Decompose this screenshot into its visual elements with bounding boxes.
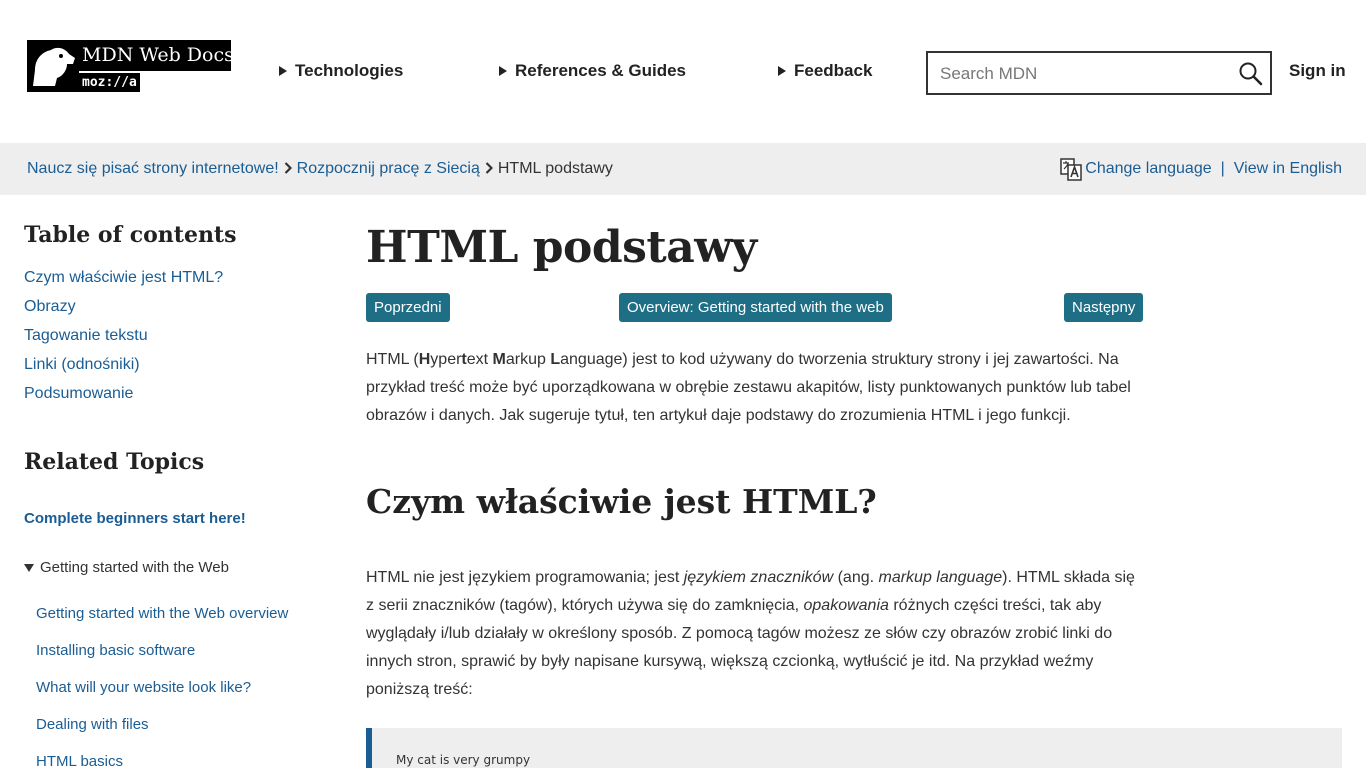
chevron-right-icon bbox=[284, 161, 292, 177]
breadcrumb-current: HTML podstawy bbox=[497, 160, 613, 177]
toc-item[interactable]: Linki (odnośniki) bbox=[24, 350, 223, 379]
previous-button[interactable]: Poprzedni bbox=[366, 293, 450, 322]
example-text: My cat is very grumpy bbox=[396, 753, 531, 767]
logo-title: MDN Web Docs bbox=[79, 40, 234, 71]
related-item[interactable]: What will your website look like? bbox=[36, 669, 288, 706]
search-input[interactable] bbox=[940, 61, 1220, 87]
related-topics-title: Related Topics bbox=[24, 449, 205, 475]
related-item[interactable]: HTML basics bbox=[36, 743, 288, 768]
breadcrumb-link[interactable]: Naucz się pisać strony internetowe! bbox=[27, 160, 279, 178]
related-item[interactable]: Dealing with files bbox=[36, 706, 288, 743]
change-language-link[interactable]: Change language bbox=[1085, 160, 1211, 178]
site-header: MDN Web Docs moz://a Technologies Refere… bbox=[0, 0, 1366, 143]
related-group-toggle[interactable]: Getting started with the Web bbox=[24, 559, 229, 576]
example-box: My cat is very grumpy bbox=[366, 728, 1342, 768]
nav-technologies[interactable]: Technologies bbox=[279, 60, 403, 82]
translate-icon bbox=[1059, 157, 1083, 181]
mozilla-wordmark: moz://a bbox=[79, 73, 140, 92]
dinosaur-icon bbox=[27, 40, 79, 92]
caret-right-icon bbox=[778, 66, 786, 76]
search-icon[interactable] bbox=[1238, 61, 1264, 87]
nav-label: References & Guides bbox=[515, 61, 687, 80]
breadcrumb-bar: Naucz się pisać strony internetowe! Rozp… bbox=[0, 143, 1366, 195]
caret-right-icon bbox=[279, 66, 287, 76]
toc-item[interactable]: Podsumowanie bbox=[24, 379, 223, 408]
toc-item[interactable]: Obrazy bbox=[24, 292, 223, 321]
caret-right-icon bbox=[499, 66, 507, 76]
related-item[interactable]: Getting started with the Web overview bbox=[36, 595, 288, 632]
search-box bbox=[926, 51, 1272, 95]
section-heading: Czym właściwie jest HTML? bbox=[366, 482, 877, 521]
breadcrumb: Naucz się pisać strony internetowe! Rozp… bbox=[27, 158, 613, 180]
breadcrumb-link[interactable]: Rozpocznij pracę z Siecią bbox=[297, 160, 480, 178]
nav-label: Technologies bbox=[295, 61, 404, 80]
toc-item[interactable]: Tagowanie tekstu bbox=[24, 321, 223, 350]
intro-paragraph: HTML (Hypertext Markup Language) jest to… bbox=[366, 351, 1131, 424]
next-button[interactable]: Następny bbox=[1064, 293, 1144, 322]
mdn-logo[interactable]: MDN Web Docs moz://a bbox=[27, 40, 234, 92]
view-in-english-link[interactable]: View in English bbox=[1234, 160, 1342, 178]
toc-list: Czym właściwie jest HTML? Obrazy Tagowan… bbox=[24, 263, 223, 408]
chevron-right-icon bbox=[485, 161, 493, 177]
nav-references-guides[interactable]: References & Guides bbox=[499, 60, 686, 82]
language-separator: | bbox=[1220, 160, 1225, 177]
caret-down-icon bbox=[24, 563, 34, 572]
nav-label: Feedback bbox=[794, 61, 873, 80]
related-group-label: Getting started with the Web bbox=[40, 559, 229, 576]
toc-item[interactable]: Czym właściwie jest HTML? bbox=[24, 263, 223, 292]
sign-in-link[interactable]: Sign in bbox=[1289, 60, 1346, 82]
nav-feedback[interactable]: Feedback bbox=[778, 60, 872, 82]
related-list: Getting started with the Web overview In… bbox=[36, 595, 288, 768]
beginners-start-link[interactable]: Complete beginners start here! bbox=[24, 510, 246, 527]
related-item[interactable]: Installing basic software bbox=[36, 632, 288, 669]
language-links: Change language | View in English bbox=[1059, 157, 1342, 181]
toc-title: Table of contents bbox=[24, 222, 237, 248]
overview-button[interactable]: Overview: Getting started with the web bbox=[619, 293, 892, 322]
page-title: HTML podstawy bbox=[366, 222, 757, 273]
body-paragraph: HTML nie jest językiem programowania; je… bbox=[366, 569, 1135, 698]
